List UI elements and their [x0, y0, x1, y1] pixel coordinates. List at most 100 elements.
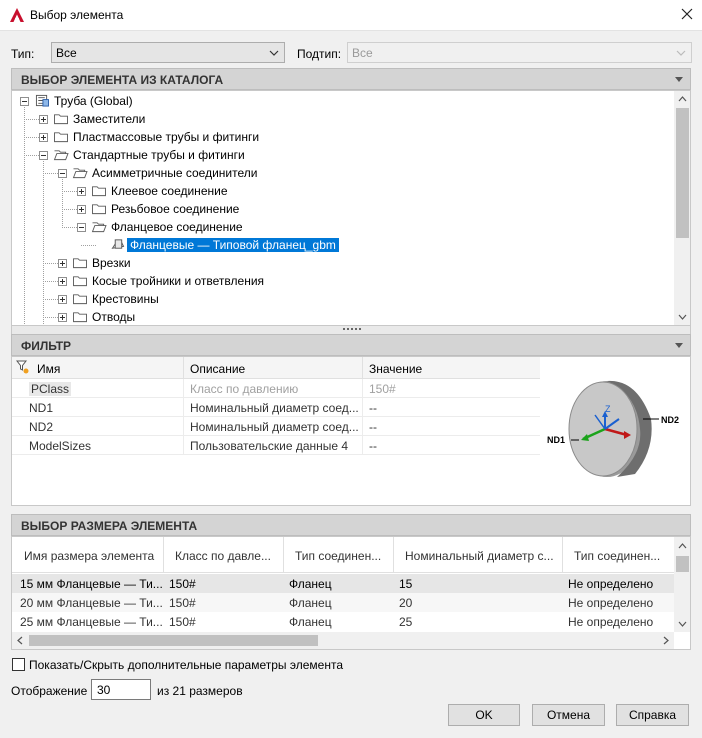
tree-item-label: Пластмассовые трубы и фитинги: [73, 130, 260, 144]
tree-item[interactable]: Пластмассовые трубы и фитинги: [12, 128, 672, 146]
filter-rows: PClass Класс по давлению 150# ND1 Номинальны…: [12, 379, 540, 461]
collapse-toggle-icon[interactable]: [58, 169, 67, 178]
collapse-toggle-icon[interactable]: [77, 223, 86, 232]
size-hscroll-thumb[interactable]: [29, 635, 318, 646]
size-section-header[interactable]: ВЫБОР РАЗМЕРА ЭЛЕМЕНТА: [11, 514, 691, 536]
tree-item[interactable]: Труба (Global): [12, 92, 672, 110]
col-divider: [362, 357, 363, 379]
size-cell: Фланец: [289, 596, 332, 610]
col-divider: [183, 398, 184, 417]
scroll-up-icon[interactable]: [678, 96, 687, 102]
collapse-toggle-icon[interactable]: [20, 97, 29, 106]
collapse-icon[interactable]: [675, 343, 683, 348]
size-row[interactable]: 20 мм Фланцевые — Ти... 150# Фланец 20 Не оп…: [12, 593, 674, 612]
filter-row-name: ND1: [29, 401, 54, 415]
tree-item[interactable]: Крестовины: [12, 290, 672, 308]
catalog-section-header[interactable]: ВЫБОР ЭЛЕМЕНТА ИЗ КАТАЛОГА: [11, 68, 691, 90]
size-cell: Фланец: [289, 615, 332, 629]
tree-item-label: Труба (Global): [54, 94, 133, 108]
collapse-toggle-icon[interactable]: [39, 151, 48, 160]
expand-toggle-icon[interactable]: [58, 313, 67, 322]
size-vscrollbar[interactable]: [674, 537, 690, 632]
size-cell: 25: [399, 615, 413, 629]
filter-row[interactable]: ModelSizes Пользовательские данные 4 --: [12, 436, 540, 455]
tree-item[interactable]: Резьбовое соединение: [12, 200, 672, 218]
help-button[interactable]: Справка: [616, 704, 689, 726]
scroll-down-icon[interactable]: [678, 314, 687, 320]
display-count-value: 30: [97, 683, 111, 697]
scroll-up-icon[interactable]: [678, 543, 687, 549]
filter-row-desc: Класс по давлению: [190, 382, 299, 396]
col-divider: [283, 537, 284, 573]
scroll-right-icon[interactable]: [663, 636, 669, 645]
splitter[interactable]: [11, 326, 691, 334]
tree-guide-line: [81, 245, 96, 246]
tree-item[interactable]: Фланцевое соединение: [12, 218, 672, 236]
tree-guide-line: [24, 155, 39, 156]
folder-icon: [92, 204, 106, 215]
part-icon: [111, 239, 125, 249]
size-table[interactable]: Имя размера элемента Класс по давле... Тип…: [11, 536, 691, 650]
size-row[interactable]: 15 мм Фланцевые — Ти... 150# Фланец 15 Не оп…: [12, 574, 674, 593]
tree-guide-line: [62, 227, 77, 228]
filter-row[interactable]: ND2 Номинальный диаметр соед... --: [12, 417, 540, 436]
col-divider: [393, 537, 394, 573]
tree-scroll-thumb[interactable]: [676, 108, 689, 238]
size-col-header[interactable]: Тип соединен...: [574, 549, 670, 563]
folder-icon: [54, 114, 68, 125]
col-divider: [183, 357, 184, 379]
size-col-header[interactable]: Тип соединен...: [295, 549, 389, 563]
expand-toggle-icon[interactable]: [39, 115, 48, 124]
filter-row-desc: Номинальный диаметр соед...: [190, 401, 358, 415]
tree-item[interactable]: Врезки: [12, 254, 672, 272]
type-select[interactable]: Все: [51, 42, 285, 63]
tree-item-label: Заместители: [73, 112, 146, 126]
size-col-header[interactable]: Имя размера элемента: [24, 549, 159, 563]
tree-item[interactable]: Асимметричные соединители: [12, 164, 672, 182]
display-count-input[interactable]: 30: [91, 679, 151, 700]
close-icon[interactable]: [678, 5, 696, 23]
cancel-button[interactable]: Отмена: [532, 704, 605, 726]
show-hide-checkbox[interactable]: [12, 658, 25, 671]
size-col-header[interactable]: Класс по давле...: [175, 549, 279, 563]
scroll-down-icon[interactable]: [678, 621, 687, 627]
size-vscroll-thumb[interactable]: [676, 556, 689, 572]
tree-item[interactable]: Косые тройники и ответвления: [12, 272, 672, 290]
scroll-left-icon[interactable]: [17, 636, 23, 645]
preview-nd2-label: ND2: [661, 415, 679, 425]
tree-guide-line: [24, 137, 39, 138]
tree-item[interactable]: Заместители: [12, 110, 672, 128]
ok-button[interactable]: OK: [448, 704, 520, 726]
expand-toggle-icon[interactable]: [58, 259, 67, 268]
catalog-tree[interactable]: Труба (Global) Заместители Пластмассовые т…: [11, 90, 691, 326]
filter-funnel-icon[interactable]: [16, 360, 30, 374]
col-divider: [183, 417, 184, 436]
expand-toggle-icon[interactable]: [77, 187, 86, 196]
filter-section-header[interactable]: ФИЛЬТР: [11, 334, 691, 356]
tree-guide-line: [24, 119, 39, 120]
col-divider: [362, 398, 363, 417]
window-title: Выбор элемента: [30, 8, 124, 22]
tree-content: Труба (Global) Заместители Пластмассовые т…: [12, 91, 674, 325]
expand-toggle-icon[interactable]: [39, 133, 48, 142]
expand-toggle-icon[interactable]: [58, 295, 67, 304]
tree-item[interactable]: Клеевое соединение: [12, 182, 672, 200]
tree-item[interactable]: Стандартные трубы и фитинги: [12, 146, 672, 164]
grip-icon: [343, 328, 361, 331]
filter-row[interactable]: PClass Класс по давлению 150#: [12, 379, 540, 398]
size-col-header[interactable]: Номинальный диаметр с...: [405, 549, 558, 563]
filter-panel: Имя Описание Значение PClass Класс по дав…: [11, 356, 691, 506]
tree-scrollbar[interactable]: [674, 91, 690, 325]
size-hscrollbar[interactable]: [12, 632, 674, 649]
expand-toggle-icon[interactable]: [77, 205, 86, 214]
size-cell: 15 мм Фланцевые — Ти...: [20, 577, 163, 591]
tree-item[interactable]: Фланцевые — Типовой фланец_gbm: [12, 236, 672, 254]
size-row[interactable]: 25 мм Фланцевые — Ти... 150# Фланец 25 Не оп…: [12, 612, 674, 631]
expand-toggle-icon[interactable]: [58, 277, 67, 286]
size-cell: 20: [399, 596, 413, 610]
collapse-icon[interactable]: [675, 77, 683, 82]
tree-item[interactable]: Отводы: [12, 308, 672, 325]
folder-icon: [54, 132, 68, 143]
filter-row[interactable]: ND1 Номинальный диаметр соед... --: [12, 398, 540, 417]
size-cell: 150#: [169, 596, 196, 610]
